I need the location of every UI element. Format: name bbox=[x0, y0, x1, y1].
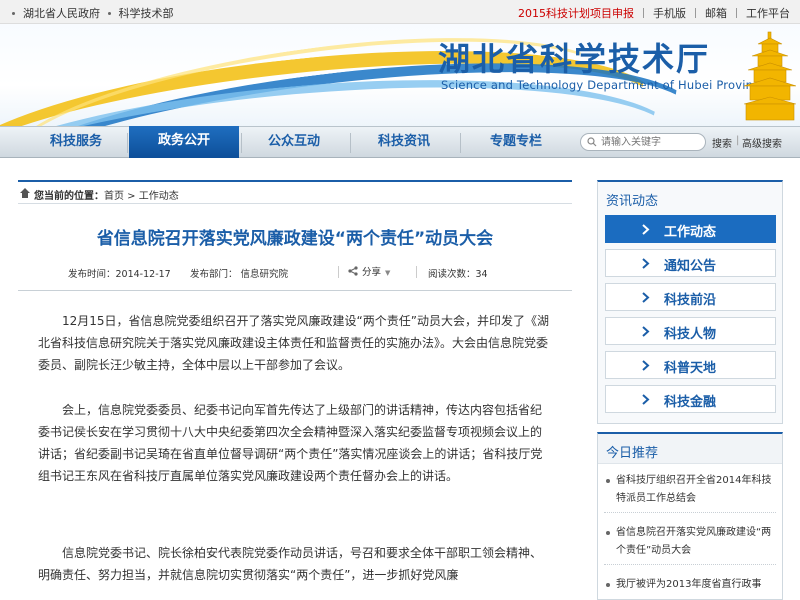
list-item-text: 省科技厅组织召开全省2014年科技特派员工作总结会 bbox=[616, 475, 772, 504]
chevron-right-icon bbox=[642, 326, 650, 337]
chevron-right-icon bbox=[642, 394, 650, 405]
nav-tab-public-interaction[interactable]: 公众互动 bbox=[246, 127, 342, 157]
divider bbox=[241, 133, 242, 153]
divider bbox=[460, 133, 461, 153]
list-item[interactable]: 我厅被评为2013年度省直行政事 bbox=[604, 576, 776, 598]
nav-tab-sci-services[interactable]: 科技服务 bbox=[28, 127, 124, 157]
divider bbox=[643, 8, 644, 18]
header-banner: 湖北省科学技术厅 Science and Technology Departme… bbox=[0, 24, 800, 126]
divider bbox=[416, 266, 417, 278]
nav-tab-gov-affairs[interactable]: 政务公开 bbox=[129, 126, 239, 158]
sidebar-news-header: 资讯动态 bbox=[606, 194, 659, 209]
sidebar-item-sci-people[interactable]: 科技人物 bbox=[605, 317, 776, 345]
main-nav: 科技服务 政务公开 公众互动 科技资讯 专题专栏 搜索 | 高级搜索 bbox=[0, 126, 800, 158]
bullet-icon bbox=[606, 479, 610, 483]
publish-department: 发布部门： 信息研究院 bbox=[190, 269, 289, 280]
bullet-icon bbox=[107, 11, 111, 15]
sidebar-item-label: 科普天地 bbox=[664, 361, 717, 376]
chevron-right-icon bbox=[642, 292, 650, 303]
breadcrumb-label: 您当前的位置： bbox=[34, 191, 104, 202]
advanced-search-button[interactable]: 高级搜索 bbox=[742, 135, 782, 150]
divider bbox=[18, 290, 572, 291]
publish-time: 发布时间：2014-12-17 bbox=[68, 269, 171, 280]
divider bbox=[338, 266, 339, 278]
link-project-application[interactable]: 2015科技计划项目申报 bbox=[518, 7, 634, 20]
list-item[interactable]: 省信息院召开落实党风廉政建设“两个责任”动员大会 bbox=[604, 524, 776, 565]
share-button[interactable]: 分享 ▼ bbox=[348, 264, 390, 278]
link-mailbox[interactable]: 邮箱 bbox=[705, 7, 727, 20]
article-paragraph: 信息院党委书记、院长徐柏安代表院党委作动员讲话，号召和要求全体干部职工领会精神、… bbox=[38, 546, 543, 582]
chevron-right-icon bbox=[642, 224, 650, 235]
search-button[interactable]: 搜索 bbox=[712, 135, 732, 150]
list-item[interactable]: 省科技厅组织召开全省2014年科技特派员工作总结会 bbox=[604, 472, 776, 513]
link-mobile-version[interactable]: 手机版 bbox=[653, 7, 686, 20]
search-input[interactable] bbox=[601, 135, 701, 149]
divider bbox=[350, 133, 351, 153]
nav-tab-special-topics[interactable]: 专题专栏 bbox=[468, 127, 564, 157]
sidebar-item-sci-finance[interactable]: 科技金融 bbox=[605, 385, 776, 413]
view-count: 阅读次数：34 bbox=[428, 269, 488, 280]
sidebar-item-label: 通知公告 bbox=[664, 259, 717, 274]
sidebar-item-label: 科技金融 bbox=[664, 395, 717, 410]
sidebar-news-panel: 资讯动态 工作动态 通知公告 科技前沿 科技人物 科普天地 科技金融 bbox=[597, 180, 783, 424]
divider: | bbox=[736, 135, 740, 146]
breadcrumb-path[interactable]: 首页 > 工作动态 bbox=[104, 191, 179, 202]
list-item-text: 省信息院召开落实党风廉政建设“两个责任”动员大会 bbox=[616, 527, 772, 556]
sidebar-item-label: 科技前沿 bbox=[664, 293, 717, 308]
top-bar: 湖北省人民政府 科学技术部 2015科技计划项目申报 手机版 邮箱 工作平台 bbox=[0, 0, 800, 24]
article-title: 省信息院召开落实党风廉政建设“两个责任”动员大会 bbox=[96, 229, 494, 249]
list-item-text: 我厅被评为2013年度省直行政事 bbox=[616, 579, 762, 590]
sidebar-item-notices[interactable]: 通知公告 bbox=[605, 249, 776, 277]
sidebar-item-label: 科技人物 bbox=[664, 327, 717, 342]
link-ministry-of-science[interactable]: 科学技术部 bbox=[119, 7, 174, 20]
sidebar-item-label: 工作动态 bbox=[664, 225, 717, 240]
article-meta: 发布时间：2014-12-17 发布部门： 信息研究院 分享 ▼ 阅读次数：34 bbox=[18, 262, 572, 282]
site-subtitle: Science and Technology Department of Hub… bbox=[441, 78, 767, 92]
nav-tab-sci-news[interactable]: 科技资讯 bbox=[356, 127, 452, 157]
top-bar-left-links: 湖北省人民政府 科学技术部 bbox=[8, 5, 174, 21]
chevron-right-icon bbox=[642, 258, 650, 269]
article-paragraph: 12月15日，省信息院党委组织召开了落实党风廉政建设“两个责任”动员大会，并印发… bbox=[38, 314, 549, 372]
divider bbox=[695, 8, 696, 18]
share-label: 分享 bbox=[362, 267, 382, 278]
site-title: 湖北省科学技术厅 bbox=[438, 40, 711, 78]
sidebar-item-sci-frontier[interactable]: 科技前沿 bbox=[605, 283, 776, 311]
article-paragraph: 会上，信息院党委委员、纪委书记向军首先传达了上级部门的讲话精神，传达内容包括省纪… bbox=[38, 403, 543, 483]
sidebar-item-popular-science[interactable]: 科普天地 bbox=[605, 351, 776, 379]
location-icon bbox=[20, 188, 30, 198]
sidebar-recommend-title: 今日推荐 bbox=[606, 446, 659, 461]
chevron-down-icon: ▼ bbox=[385, 269, 391, 277]
search-box bbox=[580, 133, 706, 151]
yellow-crane-tower-icon bbox=[744, 31, 796, 121]
link-work-platform[interactable]: 工作平台 bbox=[746, 7, 790, 20]
bullet-icon bbox=[12, 11, 15, 15]
sidebar-recommend-header: 今日推荐 bbox=[598, 434, 782, 464]
divider bbox=[736, 8, 737, 18]
chevron-right-icon bbox=[642, 360, 650, 371]
bullet-icon bbox=[606, 583, 610, 587]
sidebar-recommend-panel: 今日推荐 省科技厅组织召开全省2014年科技特派员工作总结会 省信息院召开落实党… bbox=[597, 432, 783, 600]
search-icon bbox=[587, 137, 597, 147]
link-hubei-government[interactable]: 湖北省人民政府 bbox=[23, 7, 100, 20]
divider bbox=[127, 133, 128, 153]
top-bar-right-links: 2015科技计划项目申报 手机版 邮箱 工作平台 bbox=[518, 5, 790, 21]
sidebar-item-work-news[interactable]: 工作动态 bbox=[605, 215, 776, 243]
share-icon bbox=[348, 266, 358, 276]
breadcrumb: 您当前的位置：首页 > 工作动态 bbox=[18, 180, 572, 204]
bullet-icon bbox=[606, 531, 610, 535]
